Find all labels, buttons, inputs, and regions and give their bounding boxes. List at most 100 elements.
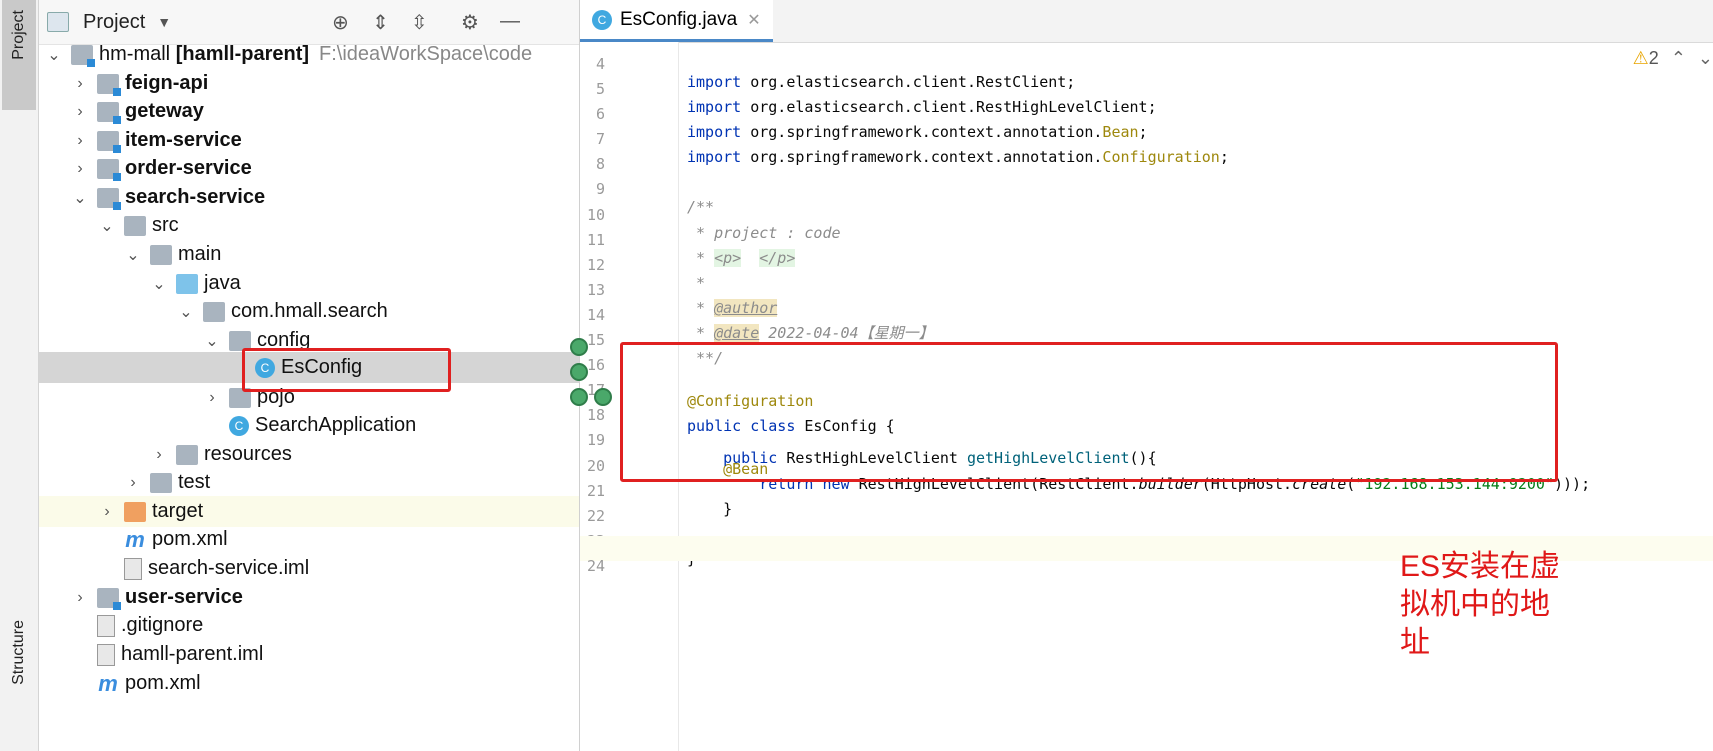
chevron-down-icon[interactable]: ⌄ [98,216,116,236]
resources-folder-icon [176,444,198,465]
iml-file-icon [124,557,142,580]
chevron-right-icon[interactable]: › [124,474,142,492]
tree-item-label: .gitignore [121,614,204,636]
expand-all-icon[interactable]: ⇕ [372,10,389,35]
chevron-right-icon[interactable]: › [71,103,89,121]
project-panel: Project ▼ ⊕ ⇕ ⇳ ⚙ — ⌄ hm-mall [hamll-par… [39,0,580,751]
tree-item-label: search-service.iml [148,557,310,579]
spring-boot-class-icon: C [229,415,249,436]
project-tool-tab[interactable]: Project [2,0,36,110]
folder-icon [124,215,146,236]
locate-icon[interactable]: ⊕ [332,10,349,35]
tree-item-label: geteway [125,100,204,122]
chevron-down-icon[interactable]: ⌄ [124,245,142,265]
tree-item-src[interactable]: ⌄ src [39,210,579,241]
chevron-down-icon[interactable]: ⌄ [71,188,89,208]
chevron-down-icon[interactable]: ⌄ [45,45,63,65]
tree-item-label: target [152,500,204,522]
close-icon[interactable]: ✕ [747,10,760,30]
tree-item-hamll-parent-iml[interactable]: hamll-parent.iml [39,639,579,670]
tree-item-label: user-service [125,586,243,608]
module-folder-icon [97,158,121,181]
project-panel-title[interactable]: Project [83,11,145,34]
tree-item-item-service[interactable]: › item-service [39,125,579,156]
tree-item-order-service[interactable]: › order-service [39,153,579,184]
tree-item-label: SearchApplication [255,414,417,436]
tree-item-com-hmall-search[interactable]: ⌄ com.hmall.search [39,296,579,327]
tree-item-label: src [152,214,179,236]
chevron-down-icon[interactable]: ⌄ [203,331,221,351]
tree-item-test[interactable]: › test [39,467,579,498]
tree-item-label: java [204,272,241,294]
package-icon [203,301,225,322]
module-folder-icon [97,101,121,124]
tree-item-searchapplication[interactable]: C SearchApplication [39,410,579,441]
previous-highlight-icon[interactable]: ⌃ [1671,48,1686,69]
chevron-right-icon[interactable]: › [71,160,89,178]
tree-item-pom-xml[interactable]: m pom.xml [39,524,579,555]
chevron-down-icon[interactable]: ⌄ [150,274,168,294]
tree-item-label: com.hmall.search [231,300,388,322]
chevron-right-icon[interactable]: › [71,132,89,150]
project-view-icon [47,12,69,32]
tree-item-hm-mall[interactable]: ⌄ hm-mall [hamll-parent] F:\ideaWorkSpac… [39,39,579,70]
structure-tool-label: Structure [10,620,27,685]
chevron-right-icon[interactable]: › [71,589,89,607]
tool-window-strip: Project Structure [0,0,39,751]
next-highlight-icon[interactable]: ⌄ [1698,48,1713,69]
project-tool-label: Project [10,10,27,60]
collapse-all-icon[interactable]: ⇳ [411,10,428,35]
editor-tab-bar: C EsConfig.java ✕ [580,0,1713,43]
tab-esconfig-java[interactable]: C EsConfig.java ✕ [580,0,773,42]
folder-icon [150,244,172,265]
tree-item-label: feign-api [125,72,209,94]
warning-count: 2 [1648,48,1659,68]
structure-tool-tab[interactable]: Structure [2,620,36,730]
module-folder-icon [71,44,95,67]
module-folder-icon [97,587,121,610]
module-folder-icon [97,130,121,153]
tree-item-geteway[interactable]: › geteway [39,96,579,127]
warning-icon: ⚠2 [1632,48,1659,68]
tree-item-label: item-service [125,129,242,151]
tree-item-label: pom.xml [125,672,201,694]
module-folder-icon [97,187,121,210]
chevron-right-icon[interactable]: › [71,75,89,93]
excluded-folder-icon [124,501,146,522]
tree-item-label: order-service [125,157,252,179]
highlight-box-esconfig [242,348,451,392]
annotation-note: ES安装在虚拟机中的地址 [1400,550,1561,659]
tree-item-label: hamll-parent.iml [121,643,264,665]
inspection-widget[interactable]: ⚠2 ⌃ ⌄ [1633,48,1713,69]
tree-item-root-pom-xml[interactable]: m pom.xml [39,668,579,699]
tree-item-search-service[interactable]: ⌄ search-service [39,182,579,213]
tree-item-main[interactable]: ⌄ main [39,239,579,270]
tree-item-resources[interactable]: › resources [39,439,579,470]
hide-panel-icon[interactable]: — [500,10,520,33]
settings-gear-icon[interactable]: ⚙ [461,10,479,35]
tree-item-label: test [178,471,211,493]
chevron-right-icon[interactable]: › [150,446,168,464]
tree-item-label: pom.xml [152,528,228,550]
tree-item-label: search-service [125,186,266,208]
chevron-right-icon[interactable]: › [203,389,221,407]
iml-file-icon [97,643,115,666]
chevron-down-icon[interactable]: ⌄ [177,302,195,322]
tree-item-label: main [178,243,222,265]
folder-icon [150,472,172,493]
tree-item-feign-api[interactable]: › feign-api [39,68,579,99]
tree-item-path: F:\ideaWorkSpace\code [319,43,533,65]
ignore-file-icon [97,614,115,637]
view-dropdown-icon[interactable]: ▼ [157,14,171,30]
tab-label: EsConfig.java [620,8,738,30]
highlight-box-code [620,342,1558,482]
tree-item-gitignore[interactable]: .gitignore [39,610,579,641]
source-folder-icon [176,273,198,294]
tree-item-java[interactable]: ⌄ java [39,268,579,299]
tree-item-target[interactable]: › target [39,496,579,527]
tree-item-search-service-iml[interactable]: search-service.iml [39,553,579,584]
chevron-right-icon[interactable]: › [98,503,116,521]
maven-icon: m [98,670,118,696]
tree-item-suffix: [hamll-parent] [175,43,310,65]
tree-item-user-service[interactable]: › user-service [39,582,579,613]
